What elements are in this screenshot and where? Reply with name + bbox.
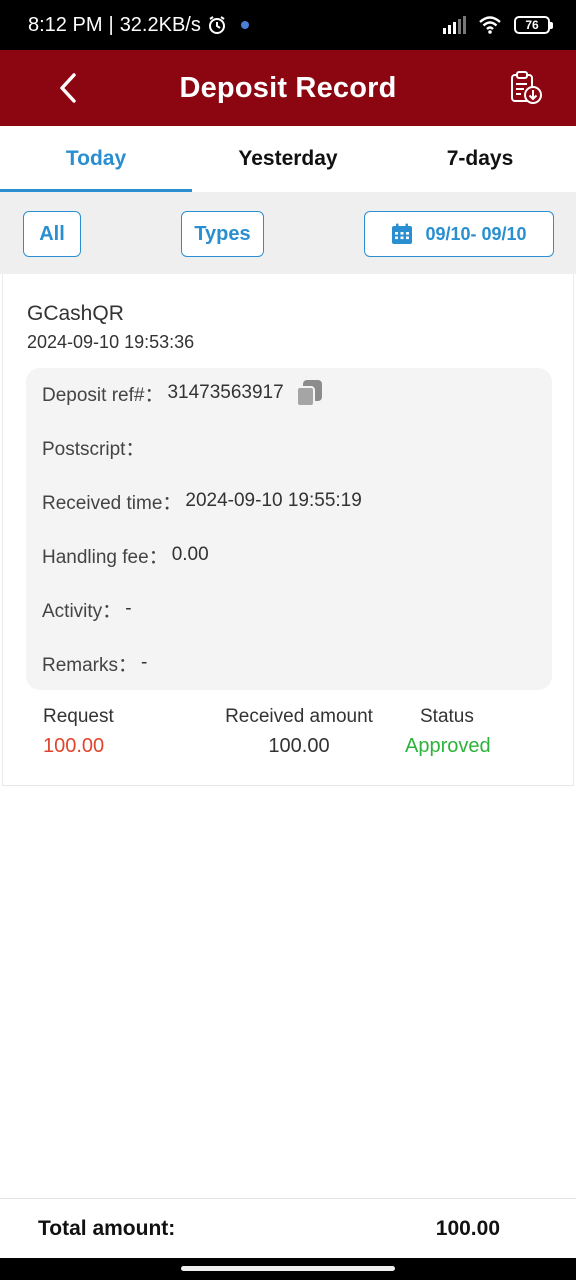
detail-row-deposit-ref: Deposit ref#： 31473563917 (42, 378, 324, 408)
filter-types-label: Types (194, 222, 251, 245)
request-amount: 100.00 (43, 735, 105, 757)
filter-types-button[interactable]: Types (181, 211, 264, 257)
detail-row-received-time: Received time： 2024-09-10 19:55:19 (42, 486, 362, 516)
wifi-icon (479, 16, 501, 34)
detail-label: Received time： (42, 492, 182, 514)
status-bar-right: 76 (443, 15, 553, 35)
detail-row-activity: Activity： - (42, 594, 132, 624)
tab-today[interactable]: Today (0, 126, 192, 192)
detail-value: - (141, 652, 148, 673)
received-amount: 100.00 (268, 735, 330, 757)
status-badge: Approved (405, 735, 491, 757)
request-column: Request 100.00 (43, 706, 114, 758)
notification-dot-icon (240, 21, 249, 29)
filter-bar: All Types 09/10- 09/10 (0, 192, 576, 274)
detail-label: Activity： (42, 600, 122, 622)
detail-value: 0.00 (171, 544, 209, 565)
status-bar: 8:12 PM | 32.2KB/s 76 (0, 0, 576, 50)
clipboard-download-icon (511, 71, 542, 104)
battery-icon: 76 (514, 16, 553, 34)
status-column: Status Approved (405, 706, 491, 758)
detail-row-handling-fee: Handling fee： 0.00 (42, 540, 209, 570)
alarm-icon (208, 16, 225, 34)
total-amount: 100.00 (435, 1216, 500, 1240)
date-range-button[interactable]: 09/10- 09/10 (364, 211, 554, 257)
detail-row-remarks: Remarks： - (42, 648, 147, 678)
copy-icon-front (295, 386, 315, 407)
clock-time: 8:12 PM (28, 13, 103, 36)
network-speed: 32.2KB/s (119, 13, 201, 36)
total-footer: Total amount: 100.00 (0, 1198, 576, 1258)
filter-all-label: All (39, 222, 65, 245)
system-nav-bar (0, 1258, 576, 1280)
home-gesture-handle[interactable] (181, 1266, 395, 1271)
detail-label: Remarks： (42, 654, 138, 676)
filter-all-button[interactable]: All (23, 211, 81, 257)
detail-label: Handling fee： (42, 546, 168, 568)
total-label: Total amount: (38, 1216, 176, 1240)
deposit-record-card[interactable]: GCashQR 2024-09-10 19:53:36 Deposit ref#… (2, 274, 574, 786)
detail-value: 2024-09-10 19:55:19 (185, 490, 362, 511)
detail-label: Postscript： (42, 438, 145, 460)
record-summary: Request 100.00 Received amount 100.00 St… (3, 706, 575, 776)
received-label: Received amount (225, 706, 373, 727)
date-tabs: Today Yesterday 7-days (0, 126, 576, 192)
received-column: Received amount 100.00 (219, 706, 379, 758)
cellular-signal-icon (443, 16, 466, 34)
status-label: Status (420, 706, 474, 727)
battery-level: 76 (525, 18, 539, 32)
tab-7-days[interactable]: 7-days (384, 126, 576, 192)
request-label: Request (43, 706, 114, 727)
payment-method: GCashQR (27, 302, 124, 325)
detail-row-postscript: Postscript： (42, 432, 148, 462)
page-title: Deposit Record (179, 71, 397, 104)
record-details-panel: Deposit ref#： 31473563917 Postscript： Re… (26, 368, 552, 690)
chevron-left-icon (60, 73, 76, 103)
record-time: 2024-09-10 19:53:36 (27, 332, 195, 352)
detail-value[interactable]: 31473563917 (167, 382, 283, 404)
status-bar-left: 8:12 PM | 32.2KB/s (28, 14, 249, 37)
date-range-label: 09/10- 09/10 (425, 223, 527, 244)
app-header: Deposit Record (0, 50, 576, 126)
calendar-icon (392, 223, 413, 244)
copy-button[interactable] (294, 378, 324, 408)
download-records-button[interactable] (506, 66, 546, 110)
tab-yesterday[interactable]: Yesterday (192, 126, 384, 192)
detail-label: Deposit ref#： (42, 384, 164, 406)
detail-value: - (125, 598, 132, 619)
status-separator: | (108, 13, 114, 36)
back-button[interactable] (48, 64, 88, 112)
